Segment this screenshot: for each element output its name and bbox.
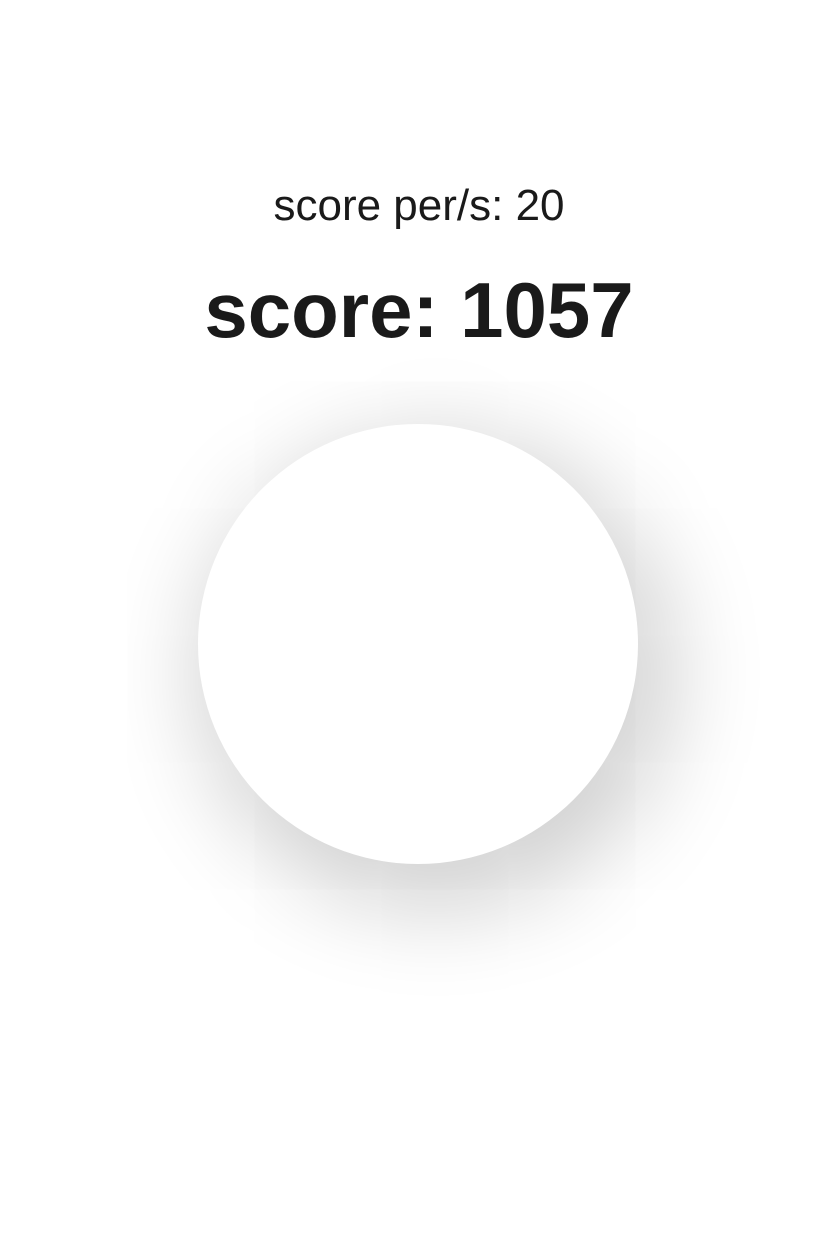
score-label: score: 1057: [204, 266, 634, 354]
score-per-second-label: score per/s: 20: [273, 181, 565, 230]
click-circle-button[interactable]: [198, 424, 638, 864]
